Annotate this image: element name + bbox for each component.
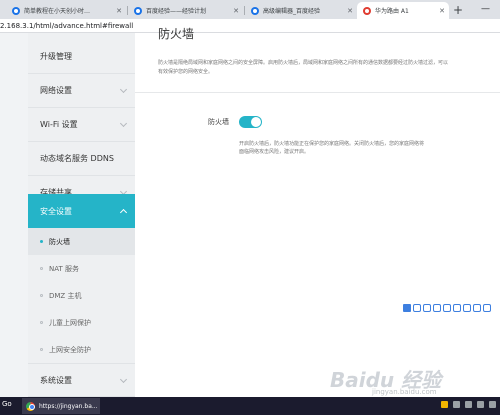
- sidebar-subitem-nat[interactable]: NAT 服务: [28, 255, 135, 282]
- taskbar-app-label: https://jingyan.ba...: [39, 402, 98, 410]
- sidebar-item-label: 动态域名服务 DDNS: [40, 154, 114, 163]
- bullet-icon: [40, 267, 43, 270]
- firewall-description: 开启防火墙后，防火墙功能正在保护您的家庭网络。关闭防火墙后，您的家庭网络将面临网…: [239, 141, 425, 155]
- sidebar-subitem-dmz[interactable]: DMZ 主机: [28, 282, 135, 309]
- browser-tab-active[interactable]: 华为路由 A1 ✕: [357, 2, 449, 19]
- globe-icon: [251, 6, 259, 15]
- lock-icon[interactable]: [463, 304, 471, 312]
- link-icon[interactable]: [423, 304, 431, 312]
- browser-tab-3[interactable]: 高级编辑器_百度经验 ✕: [245, 2, 357, 19]
- sidebar-item-network[interactable]: 网络设置: [28, 74, 135, 108]
- bullet-icon: [40, 294, 43, 297]
- address-bar[interactable]: 2.168.3.1/html/advance.html#firewall: [0, 19, 500, 33]
- sidebar-item-system[interactable]: 系统设置: [28, 363, 135, 397]
- divider: [135, 92, 500, 93]
- sidebar-subitem-label: 上网安全防护: [49, 345, 91, 354]
- watermark-url: jingyan.baidu.com: [372, 388, 437, 396]
- sidebar-item-label: 系统设置: [40, 375, 72, 385]
- chevron-down-icon: [119, 85, 128, 94]
- browser-tab-1[interactable]: 简单教程在小天创小时… ✕: [6, 2, 126, 19]
- toggle-knob: [251, 117, 261, 127]
- bullet-icon: [40, 348, 43, 351]
- notification-icon[interactable]: [489, 401, 496, 408]
- chevron-down-icon: [119, 375, 128, 384]
- sidebar-item-upgrade[interactable]: 升级管理: [28, 40, 135, 74]
- sidebar-item-security[interactable]: 安全设置: [28, 194, 135, 228]
- start-button[interactable]: Go: [2, 400, 12, 408]
- comment-icon[interactable]: [453, 304, 461, 312]
- sidebar-subitem-label: 儿童上网保护: [49, 318, 91, 327]
- tab-label: 百度经验——经验计划: [146, 8, 207, 15]
- taskbar-chrome-app[interactable]: https://jingyan.ba...: [22, 398, 100, 414]
- sidebar-subitem-firewall[interactable]: 防火墙: [28, 228, 135, 255]
- globe-icon: [12, 6, 20, 15]
- new-tab-button[interactable]: +: [453, 3, 463, 17]
- huawei-icon: [363, 6, 371, 15]
- chevron-up-icon: [119, 208, 128, 217]
- firewall-label: 防火墙: [208, 118, 229, 126]
- close-icon[interactable]: ✕: [347, 7, 353, 15]
- baidu-edit-toolbar: [403, 303, 493, 313]
- sidebar-item-ddns[interactable]: 动态域名服务 DDNS: [28, 142, 135, 176]
- chevron-down-icon: [119, 119, 128, 128]
- sidebar-subitem-child-protect[interactable]: 儿童上网保护: [28, 309, 135, 336]
- sidebar-item-wifi[interactable]: Wi-Fi 设置: [28, 108, 135, 142]
- close-icon[interactable]: ✕: [439, 7, 445, 15]
- chrome-icon: [26, 401, 35, 411]
- image-icon[interactable]: [433, 304, 441, 312]
- network-icon[interactable]: [453, 401, 460, 408]
- sidebar-item-label: 升级管理: [40, 52, 72, 61]
- page-description: 防火墙是隔绝局域网和家庭网络之间的安全屏障。启用防火墙后，局域网和家庭网络之间所…: [158, 60, 449, 75]
- close-icon[interactable]: ✕: [233, 7, 239, 15]
- sidebar-subitem-label: DMZ 主机: [49, 291, 82, 300]
- tab-label: 华为路由 A1: [375, 8, 409, 15]
- os-taskbar: Go https://jingyan.ba...: [0, 397, 500, 415]
- battery-icon[interactable]: [477, 401, 484, 408]
- sidebar-subitem-label: 防火墙: [49, 237, 70, 246]
- firewall-toggle[interactable]: [239, 116, 262, 128]
- sidebar-subitem-web-security[interactable]: 上网安全防护: [28, 336, 135, 363]
- browser-tab-strip: 简单教程在小天创小时… ✕ 百度经验——经验计划 ✕ 高级编辑器_百度经验 ✕ …: [0, 0, 500, 19]
- pin-icon[interactable]: [473, 304, 481, 312]
- page-title: 防火墙: [158, 27, 195, 41]
- globe-icon: [134, 6, 142, 15]
- more-icon[interactable]: [483, 304, 491, 312]
- system-tray: [441, 401, 496, 408]
- sidebar-item-label: 网络设置: [40, 86, 72, 95]
- sidebar-subitem-label: NAT 服务: [49, 264, 79, 273]
- edit-icon[interactable]: [413, 304, 421, 312]
- sidebar-item-label: 安全设置: [40, 206, 72, 216]
- bullet-icon: [40, 240, 43, 243]
- browser-tab-2[interactable]: 百度经验——经验计划 ✕: [128, 2, 243, 19]
- bullet-icon: [40, 321, 43, 324]
- sidebar-item-label: Wi-Fi 设置: [40, 120, 78, 129]
- router-admin-page: 升级管理 网络设置 Wi-Fi 设置 动态域名服务 DDNS 存储共享 安全设置…: [0, 27, 500, 397]
- minimize-button[interactable]: —: [481, 3, 490, 15]
- tab-label: 简单教程在小天创小时…: [24, 8, 91, 15]
- main-content: 防火墙 防火墙是隔绝局域网和家庭网络之间的安全屏障。启用防火墙后，局域网和家庭网…: [135, 27, 500, 397]
- share-icon[interactable]: [443, 304, 451, 312]
- tab-label: 高级编辑器_百度经验: [263, 8, 321, 15]
- close-icon[interactable]: ✕: [116, 7, 122, 15]
- tray-app-icon[interactable]: [441, 401, 448, 408]
- sidebar: 升级管理 网络设置 Wi-Fi 设置 动态域名服务 DDNS 存储共享 安全设置…: [28, 33, 135, 397]
- url-text: 2.168.3.1/html/advance.html#firewall: [0, 22, 134, 30]
- baidu-icon[interactable]: [403, 304, 411, 312]
- volume-icon[interactable]: [465, 401, 472, 408]
